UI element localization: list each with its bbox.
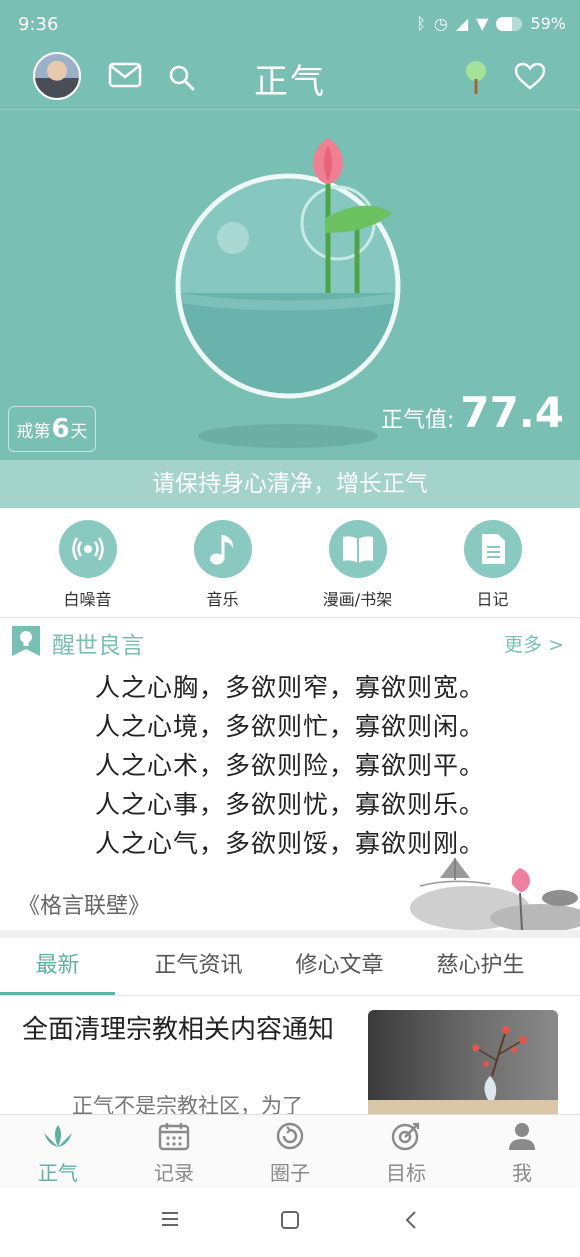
music-note-icon <box>193 520 252 578</box>
quick-tools: 白噪音 音乐 漫画/书架 日记 <box>0 508 580 618</box>
quote-line: 人之心境，多欲则忙，寡欲则闲。 <box>94 712 485 741</box>
streak-days: 6 <box>51 414 70 444</box>
nav-label: 目标 <box>386 1161 426 1185</box>
quote-line: 人之心术，多欲则险，寡欲则平。 <box>94 751 485 780</box>
article-thumbnail <box>368 1010 558 1114</box>
quote-source: 《格言联壁》 <box>18 894 151 919</box>
home-icon[interactable] <box>280 1210 300 1234</box>
tool-white-noise[interactable]: 白噪音 <box>33 508 143 618</box>
calendar-icon <box>116 1121 232 1155</box>
ink-lotus-painting <box>410 858 580 930</box>
status-icons: ᛒ ◷ ◢ ▼ 59% <box>416 14 566 33</box>
streak-prefix: 戒第 <box>16 421 51 442</box>
tool-label: 白噪音 <box>63 590 112 609</box>
nav-label: 我 <box>512 1161 532 1185</box>
tab-zhengqi-news[interactable]: 正气资讯 <box>141 938 256 995</box>
section-gap <box>0 930 580 938</box>
lotus-icon <box>0 1121 116 1155</box>
quote-line: 人之心胸，多欲则窄，寡欲则宽。 <box>94 673 485 702</box>
tab-compassion[interactable]: 慈心护生 <box>423 938 538 995</box>
person-icon <box>464 1121 580 1155</box>
nav-label: 圈子 <box>270 1161 310 1185</box>
document-icon <box>463 520 522 578</box>
news-tabs: 最新 正气资讯 修心文章 慈心护生 <box>0 938 580 996</box>
score-label: 正气值: <box>380 408 455 433</box>
app-header: 正气 <box>0 50 580 110</box>
nav-label: 正气 <box>38 1161 78 1185</box>
quotes-header: 醒世良言 <box>10 624 144 662</box>
tool-label: 漫画/书架 <box>322 590 393 609</box>
system-nav-bar <box>0 1188 580 1257</box>
article-item[interactable]: 全面清理宗教相关内容通知 正气不是宗教社区，为了 <box>0 996 580 1114</box>
circle-icon <box>232 1121 348 1155</box>
motto-banner: 请保持身心清净，增长正气 <box>0 460 580 508</box>
more-link[interactable]: 更多 > <box>504 630 564 657</box>
quote-lines: 人之心胸，多欲则窄，寡欲则宽。 人之心境，多欲则忙，寡欲则闲。 人之心术，多欲则… <box>0 668 580 863</box>
bluetooth-icon: ᛒ <box>416 14 426 33</box>
book-icon <box>328 520 387 578</box>
nav-label: 记录 <box>154 1161 194 1185</box>
broadcast-icon <box>58 520 117 578</box>
lightbulb-bookmark-icon <box>10 624 42 662</box>
heart-icon[interactable] <box>514 62 546 94</box>
nav-zhengqi[interactable]: 正气 <box>0 1115 116 1188</box>
signal-icon: ◢ <box>455 14 469 33</box>
nav-records[interactable]: 记录 <box>116 1115 232 1188</box>
tool-label: 日记 <box>476 590 509 609</box>
quotes-section: 醒世良言 更多 > 人之心胸，多欲则窄，寡欲则宽。 人之心境，多欲则忙，寡欲则闲… <box>0 618 580 930</box>
tool-diary[interactable]: 日记 <box>438 508 548 618</box>
battery-icon <box>496 16 523 31</box>
tab-latest[interactable]: 最新 <box>0 938 115 995</box>
tree-icon[interactable] <box>463 60 489 100</box>
hero-section: 戒第 6 天 正气值: 77.4 <box>0 110 580 460</box>
tool-comics-bookshelf[interactable]: 漫画/书架 <box>303 508 413 618</box>
tool-music[interactable]: 音乐 <box>168 508 278 618</box>
tab-mind-articles[interactable]: 修心文章 <box>282 938 397 995</box>
article-summary: 正气不是宗教社区，为了 <box>72 1094 303 1114</box>
nav-me[interactable]: 我 <box>464 1115 580 1188</box>
bottom-nav: 正气 记录 圈子 目标 我 <box>0 1114 580 1188</box>
status-bar: 9:36 ᛒ ◷ ◢ ▼ 59% <box>0 0 580 50</box>
alarm-icon: ◷ <box>433 14 448 33</box>
battery-percent: 59% <box>530 14 566 33</box>
wifi-icon: ▼ <box>476 14 489 33</box>
page-title: 正气 <box>254 62 326 102</box>
streak-days-badge[interactable]: 戒第 6 天 <box>8 406 96 452</box>
status-time: 9:36 <box>18 14 59 35</box>
menu-icon[interactable] <box>160 1210 180 1232</box>
quote-line: 人之心事，多欲则忧，寡欲则乐。 <box>94 790 485 819</box>
target-icon <box>348 1121 464 1155</box>
back-icon[interactable] <box>404 1210 418 1234</box>
score-value: 77.4 <box>460 388 564 437</box>
nav-circle[interactable]: 圈子 <box>232 1115 348 1188</box>
quotes-title: 醒世良言 <box>52 633 144 659</box>
article-title: 全面清理宗教相关内容通知 <box>22 1015 335 1045</box>
streak-suffix: 天 <box>70 421 88 442</box>
tool-label: 音乐 <box>206 590 239 609</box>
nav-goals[interactable]: 目标 <box>348 1115 464 1188</box>
zhengqi-score: 正气值: 77.4 <box>381 388 564 437</box>
